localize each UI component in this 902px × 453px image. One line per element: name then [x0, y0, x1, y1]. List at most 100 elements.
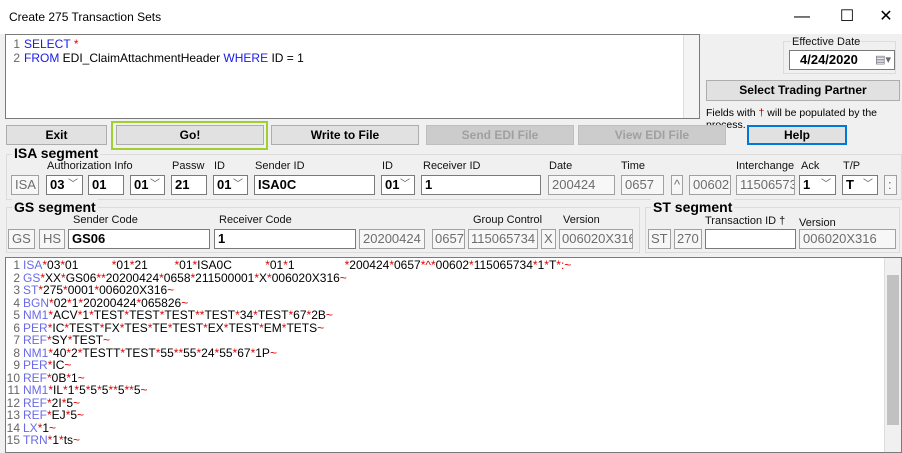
receiver-code-input[interactable]: 1: [214, 229, 356, 249]
line-number: 7: [13, 333, 20, 347]
effective-date-label: Effective Date: [791, 36, 862, 48]
date-label: Date: [549, 160, 573, 172]
close-button[interactable]: ✕: [866, 4, 902, 30]
edi-line: 13 REF*EJ*5~: [6, 408, 85, 422]
receiver-id-label: Receiver ID: [423, 160, 481, 172]
st-tag-field: ST: [648, 229, 671, 249]
gs-date-field: 20200424: [359, 229, 425, 249]
edi-line: 8 NM1*40*2*TESTT*TEST*55**55*24*55*67*1P~: [6, 346, 901, 360]
line-number: 15: [6, 433, 20, 447]
ack-select[interactable]: 1 ﹀: [799, 175, 836, 195]
time-field: 0657: [621, 175, 664, 195]
functional-id-field: HS: [39, 229, 65, 249]
component-separator-field: :: [884, 175, 897, 195]
tp-label: T/P: [843, 160, 861, 172]
sql-keyword: FROM: [24, 51, 60, 65]
line-number: 9: [13, 358, 20, 372]
calendar-dropdown-icon[interactable]: ▤▾: [875, 52, 891, 68]
sender-id-qualifier-select[interactable]: 01 ﹀: [213, 175, 248, 195]
write-to-file-button[interactable]: Write to File: [271, 125, 419, 145]
edi-line: 5 NM1*ACV*1*TEST*TEST*TEST**TEST*34*TEST*…: [6, 309, 901, 322]
edi-line: 7 REF*SY*TEST~: [6, 334, 901, 347]
line-number: 1: [13, 258, 20, 272]
gs-version-label: Version: [563, 214, 600, 226]
edi-line: 1 ISA*03*01 *01*21 *01*ISA0C *01*1 *20042…: [6, 259, 901, 272]
sql-condition: ID = 1: [271, 51, 304, 65]
line-number: 11: [7, 383, 20, 397]
scrollbar-thumb[interactable]: [887, 275, 899, 425]
sender-id-input[interactable]: ISA0C: [254, 175, 375, 195]
receiver-id-qualifier-select[interactable]: 01 ﹀: [381, 175, 415, 195]
edi-line: 15 TRN*1*ts~: [6, 433, 81, 447]
line-number: 2: [13, 51, 20, 65]
send-edi-file-button[interactable]: Send EDI File: [426, 125, 574, 145]
query-scrollbar[interactable]: [683, 35, 699, 118]
auth-info-label: Authorization Info: [47, 160, 133, 172]
exit-button[interactable]: Exit: [6, 125, 107, 145]
group-control-field: 115065734: [468, 229, 538, 249]
edi-output-editor[interactable]: 1 ISA*03*01 *01*21 *01*ISA0C *01*1 *20042…: [5, 257, 902, 453]
maximize-button[interactable]: ☐: [827, 4, 867, 30]
repetition-separator-field: ^: [671, 175, 683, 195]
effective-date-value: 4/24/2020: [800, 52, 858, 67]
time-label: Time: [621, 160, 646, 172]
output-scrollbar[interactable]: [884, 258, 901, 452]
edi-line: 14 LX*1~: [6, 420, 57, 435]
chevron-down-icon: ﹀: [150, 179, 160, 190]
receiver-id-qual-label: ID: [382, 160, 393, 172]
edi-line: 12 REF*2I*5~: [6, 395, 81, 410]
sender-code-label: Sender Code: [73, 214, 138, 226]
select-trading-partner-button[interactable]: Select Trading Partner: [706, 80, 900, 101]
gs-version-field: 006020X316: [559, 229, 633, 249]
sender-code-input[interactable]: GS06: [68, 229, 210, 249]
chevron-down-icon: ﹀: [68, 179, 78, 190]
auth-qualifier-select[interactable]: 03 ﹀: [46, 175, 83, 195]
receiver-code-label: Receiver Code: [219, 214, 292, 226]
isa-segment-title: ISA segment: [12, 145, 101, 161]
password-input[interactable]: 21: [171, 175, 207, 195]
date-field: 200424: [548, 175, 615, 195]
st-segment-title: ST segment: [651, 199, 735, 215]
sql-query-editor[interactable]: 1 SELECT * 2 FROM EDI_ClaimAttachmentHeade…: [5, 34, 700, 119]
test-production-select[interactable]: T ﹀: [842, 175, 878, 195]
group-control-label: Group Control: [473, 214, 543, 226]
transaction-set-code-field: 270: [674, 229, 702, 249]
chevron-down-icon: ﹀: [863, 179, 873, 190]
effective-date-group: Effective Date 4/24/2020 ▤▾: [783, 36, 896, 74]
ack-label: Ack: [801, 160, 820, 172]
sql-table: EDI_ClaimAttachmentHeader: [62, 51, 221, 65]
chevron-down-icon: ﹀: [400, 179, 410, 190]
chevron-down-icon: ﹀: [821, 179, 831, 190]
passw-label: Passw: [172, 160, 205, 172]
minimize-button[interactable]: —: [782, 4, 822, 30]
segment-id: TRN: [23, 433, 48, 447]
version-field: 00602: [689, 175, 731, 195]
line-number: 13: [6, 408, 20, 422]
transaction-id-input[interactable]: [705, 229, 796, 249]
line-number: 5: [13, 308, 20, 322]
sql-keyword: WHERE: [223, 51, 269, 65]
edi-line: 6 PER*IC*TEST*FX*TES*TE*TEST*EX*TEST*EM*T…: [6, 321, 901, 335]
sql-star: *: [73, 37, 79, 51]
isa-tag-field: ISA: [11, 175, 39, 195]
help-button[interactable]: Help: [747, 125, 847, 145]
transaction-id-label: Transaction ID †: [705, 215, 786, 227]
view-edi-file-button[interactable]: View EDI File: [578, 125, 726, 145]
line-number: 3: [13, 283, 20, 297]
effective-date-picker[interactable]: 4/24/2020 ▤▾: [789, 50, 895, 70]
chevron-down-icon: ﹀: [233, 179, 243, 190]
receiver-id-input[interactable]: 1: [421, 175, 541, 195]
auth-info-input[interactable]: 01: [88, 175, 124, 195]
gs-time-field: 0657: [432, 229, 465, 249]
gs-tag-field: GS: [8, 229, 35, 249]
title-bar: Create 275 Transaction Sets — ☐ ✕: [0, 0, 902, 34]
agency-code-field: X: [541, 229, 556, 249]
interchange-label: Interchange: [736, 160, 795, 172]
interchange-control-field: 115065734: [736, 175, 795, 195]
st-version-label: Version: [799, 217, 836, 229]
go-button[interactable]: Go!: [116, 125, 264, 145]
sender-id-qual-label: ID: [214, 160, 225, 172]
password-qualifier-select[interactable]: 01 ﹀: [130, 175, 165, 195]
sender-id-label: Sender ID: [255, 160, 305, 172]
edi-line: 9 PER*IC~: [6, 359, 901, 372]
